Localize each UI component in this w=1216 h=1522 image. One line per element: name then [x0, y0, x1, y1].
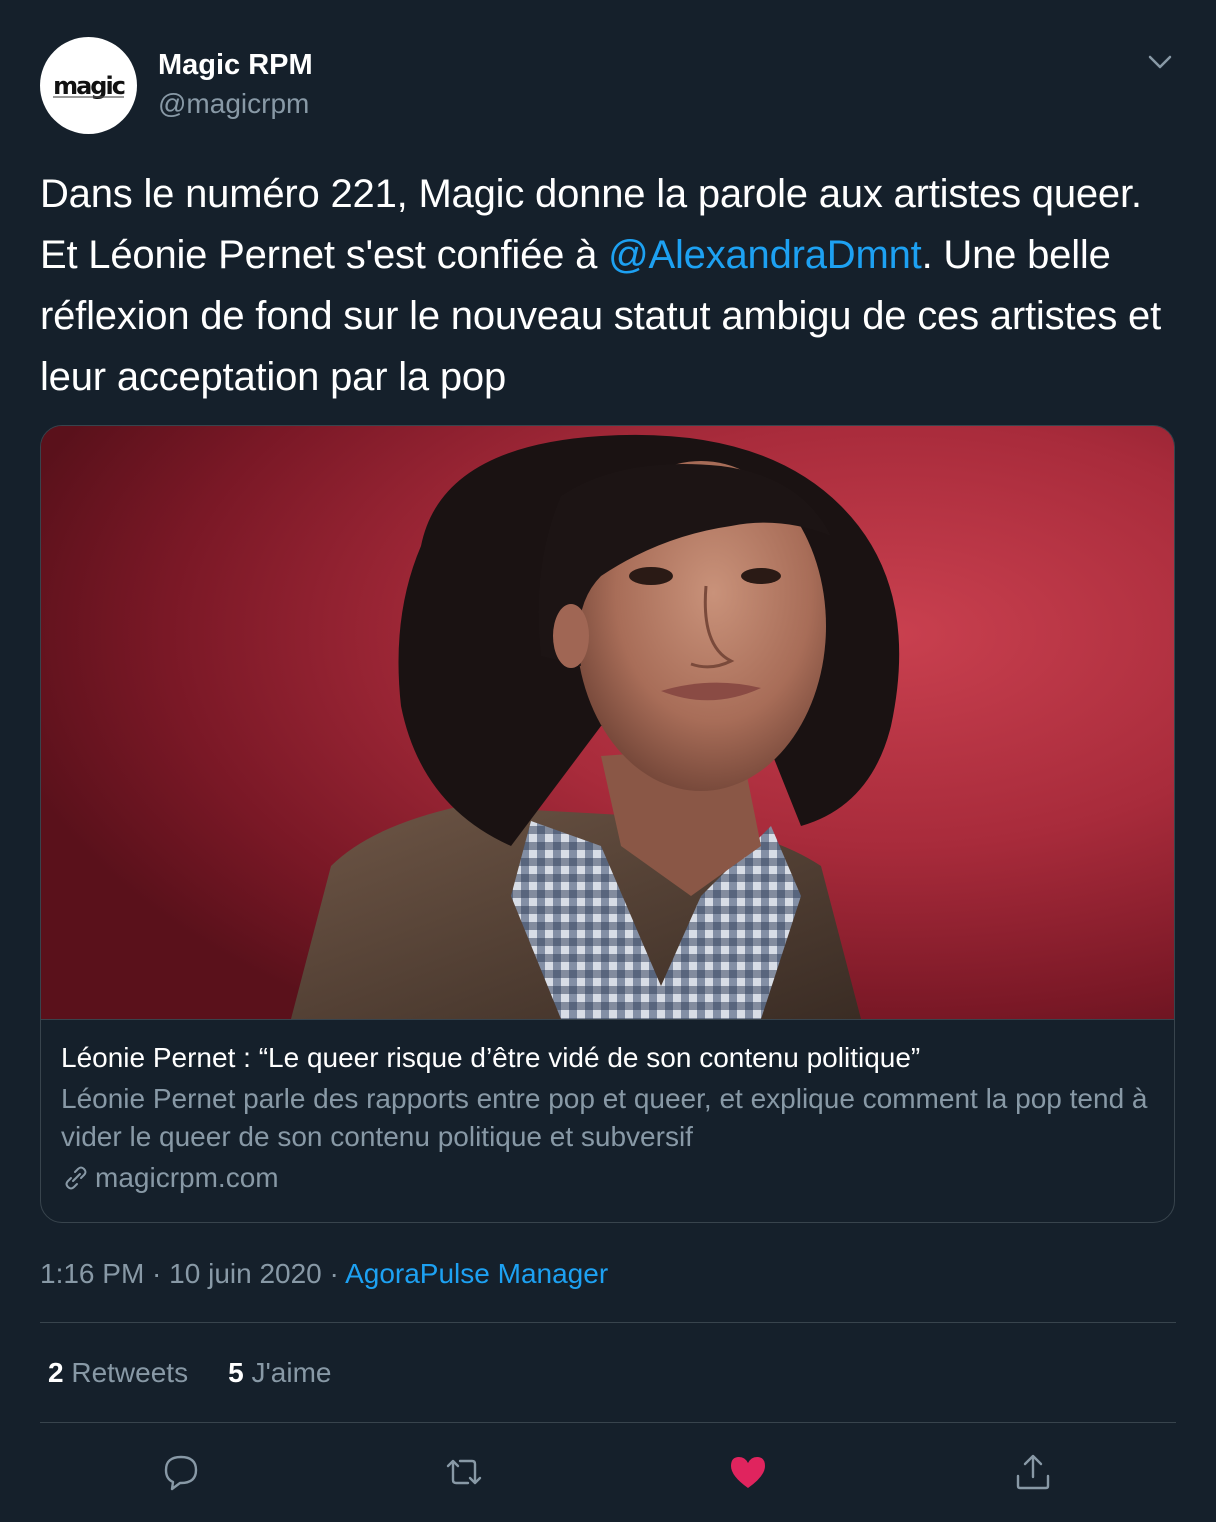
- reply-icon: [164, 1455, 198, 1491]
- avatar[interactable]: magic: [40, 37, 137, 134]
- tweet-detail: magic Magic RPM @magicrpm Dans le numéro…: [0, 0, 1216, 1522]
- retweets-stat[interactable]: 2 Retweets: [48, 1355, 188, 1391]
- card-text: Léonie Pernet : “Le queer risque d’être …: [61, 1040, 1154, 1196]
- share-icon: [1016, 1454, 1050, 1490]
- card-description: Léonie Pernet parle des rapports entre p…: [61, 1083, 1148, 1152]
- heart-icon: [731, 1457, 765, 1488]
- card-domain-text: magicrpm.com: [95, 1162, 279, 1193]
- author-display-name[interactable]: Magic RPM: [158, 48, 313, 82]
- tweet-stats: 2 Retweets 5 J'aime: [48, 1355, 331, 1391]
- chevron-down-icon[interactable]: [1146, 50, 1174, 74]
- divider: [40, 1322, 1176, 1323]
- card-title[interactable]: Léonie Pernet : “Le queer risque d’être …: [61, 1040, 1154, 1076]
- retweet-button[interactable]: [442, 1450, 486, 1494]
- like-button[interactable]: [726, 1450, 770, 1494]
- retweet-icon: [446, 1459, 482, 1485]
- reply-button[interactable]: [159, 1450, 203, 1494]
- portrait-photo: [41, 426, 1174, 1019]
- avatar-logo: magic: [53, 74, 126, 98]
- tweet-time[interactable]: 1:16 PM: [40, 1258, 144, 1289]
- tweet-meta: 1:16 PM · 10 juin 2020 · AgoraPulse Mana…: [40, 1256, 608, 1292]
- card-image[interactable]: [41, 426, 1174, 1020]
- meta-separator: ·: [321, 1258, 346, 1289]
- mention-link[interactable]: @AlexandraDmnt: [608, 233, 922, 277]
- card-domain: magicrpm.com: [61, 1160, 1154, 1196]
- meta-separator: ·: [144, 1258, 170, 1289]
- likes-stat[interactable]: 5 J'aime: [228, 1355, 331, 1391]
- author-handle[interactable]: @magicrpm: [158, 87, 309, 121]
- avatar-logo-underline: [53, 95, 124, 98]
- tweet-source-link[interactable]: AgoraPulse Manager: [345, 1258, 608, 1289]
- likes-label: J'aime: [251, 1357, 332, 1388]
- link-icon: [65, 1166, 87, 1190]
- likes-count: 5: [228, 1357, 244, 1388]
- link-card[interactable]: Léonie Pernet : “Le queer risque d’être …: [40, 425, 1175, 1223]
- retweets-label: Retweets: [71, 1357, 189, 1388]
- share-button[interactable]: [1011, 1450, 1055, 1494]
- divider: [40, 1422, 1176, 1423]
- retweets-count: 2: [48, 1357, 64, 1388]
- tweet-text: Dans le numéro 221, Magic donne la parol…: [40, 164, 1190, 408]
- tweet-date[interactable]: 10 juin 2020: [169, 1258, 322, 1289]
